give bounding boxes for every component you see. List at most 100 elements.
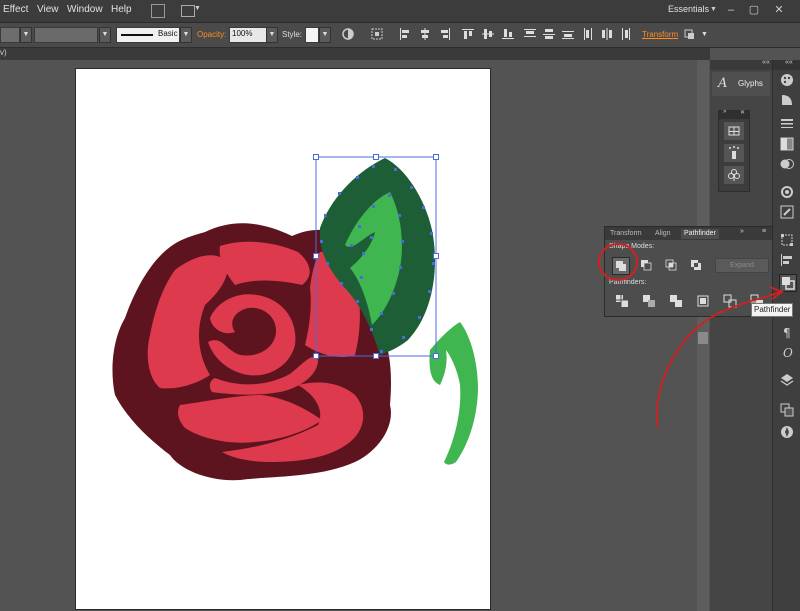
panel-collapse-icon[interactable]: » bbox=[740, 228, 744, 235]
divide-button[interactable] bbox=[614, 293, 630, 309]
appearance-icon[interactable] bbox=[779, 184, 795, 200]
align-right-icon[interactable] bbox=[438, 27, 452, 41]
menu-window[interactable]: Window bbox=[67, 4, 103, 15]
artboard[interactable] bbox=[75, 68, 491, 610]
tab-transform[interactable]: Transform bbox=[610, 229, 642, 239]
bridge-icon[interactable] bbox=[151, 4, 165, 18]
expand-dock-icon[interactable]: «« bbox=[785, 59, 793, 66]
document-tab-strip: v) bbox=[0, 48, 710, 60]
stroke-style-label: Basic bbox=[158, 29, 178, 38]
align-middle-icon[interactable] bbox=[481, 27, 495, 41]
close-icon[interactable]: ✕ bbox=[770, 2, 788, 18]
control-bar: ▼ ▼ Basic ▼ Opacity: 100% ▼ Style: ▼ Tra… bbox=[0, 23, 800, 48]
exclude-button[interactable] bbox=[688, 257, 704, 273]
pathfinders-label: Pathfinders: bbox=[609, 279, 647, 286]
tab-align[interactable]: Align bbox=[655, 229, 671, 239]
pathfinder-panel: Transform Align Pathfinder » ≡ Shape Mod… bbox=[604, 226, 773, 317]
distribute-middle-icon[interactable] bbox=[542, 27, 556, 41]
close-panel-icon[interactable]: ✕ bbox=[740, 109, 745, 116]
glyphs-icon: A bbox=[718, 76, 728, 91]
paragraph-icon[interactable]: ¶ bbox=[779, 324, 795, 340]
opentype-icon[interactable]: O bbox=[779, 344, 795, 360]
minimize-icon[interactable]: – bbox=[722, 2, 740, 18]
floating-panel-header: » ✕ bbox=[719, 109, 749, 119]
svg-text:¶: ¶ bbox=[783, 326, 791, 340]
control-bar-menu-icon[interactable]: ▼ bbox=[701, 31, 708, 38]
fill-swatch[interactable] bbox=[0, 27, 20, 43]
layers-icon[interactable] bbox=[779, 372, 795, 388]
menu-bar: Effect View Window Help ▼ Essentials ▼ –… bbox=[0, 0, 800, 23]
arrange-documents-icon[interactable] bbox=[181, 5, 195, 17]
stroke-weight-field[interactable] bbox=[34, 27, 98, 43]
workspace-chevron-icon[interactable]: ▼ bbox=[710, 6, 717, 13]
shape-modes-label: Shape Modes: bbox=[609, 243, 655, 250]
glyphs-label: Glyphs bbox=[738, 79, 763, 88]
transform-link[interactable]: Transform bbox=[642, 30, 678, 39]
collapse-dock-icon[interactable]: «« bbox=[762, 59, 770, 66]
stroke-icon[interactable] bbox=[779, 116, 795, 132]
stroke-weight-dropdown[interactable]: ▼ bbox=[99, 27, 111, 43]
opacity-field[interactable]: 100% bbox=[229, 27, 267, 43]
distribute-center-icon[interactable] bbox=[600, 27, 614, 41]
stroke-style-dropdown[interactable]: ▼ bbox=[180, 27, 192, 43]
scrollbar-thumb[interactable] bbox=[698, 332, 708, 344]
svg-text:O: O bbox=[783, 346, 793, 360]
isolate-group-icon[interactable] bbox=[683, 27, 697, 41]
minus-front-button[interactable] bbox=[638, 257, 654, 273]
distribute-bottom-icon[interactable] bbox=[561, 27, 575, 41]
unite-button[interactable] bbox=[612, 257, 630, 275]
menu-help[interactable]: Help bbox=[111, 4, 132, 15]
align-bottom-icon[interactable] bbox=[501, 27, 515, 41]
align-to-selection-icon[interactable] bbox=[370, 27, 384, 41]
color-palette-icon[interactable] bbox=[779, 72, 795, 88]
symbol-sprayer-icon[interactable] bbox=[724, 144, 744, 162]
menu-effect[interactable]: Effect bbox=[3, 4, 28, 15]
stroke-line-preview bbox=[121, 34, 153, 36]
outline-button[interactable] bbox=[722, 293, 738, 309]
graphic-style-dropdown[interactable]: ▼ bbox=[319, 27, 331, 43]
stroke-style-field[interactable]: Basic bbox=[116, 27, 180, 43]
floating-tool-panel: » ✕ bbox=[718, 109, 750, 192]
club-symbol-icon[interactable] bbox=[724, 166, 744, 184]
menu-view[interactable]: View bbox=[37, 4, 59, 15]
tab-pathfinder[interactable]: Pathfinder bbox=[681, 229, 719, 239]
dock-header: «« bbox=[710, 59, 772, 70]
opacity-value: 100% bbox=[232, 29, 253, 38]
crop-button[interactable] bbox=[695, 293, 711, 309]
workspace-switcher[interactable]: Essentials bbox=[668, 4, 709, 14]
merge-button[interactable] bbox=[668, 293, 684, 309]
transform-icon[interactable] bbox=[779, 232, 795, 248]
vertical-scrollbar[interactable] bbox=[697, 60, 709, 611]
align-left-icon[interactable] bbox=[398, 27, 412, 41]
transparency-icon[interactable] bbox=[779, 156, 795, 172]
pathfinder-icon[interactable] bbox=[779, 274, 797, 292]
distribute-right-icon[interactable] bbox=[618, 27, 632, 41]
fill-dropdown[interactable]: ▼ bbox=[20, 27, 32, 43]
align-panel-icon[interactable] bbox=[779, 252, 795, 268]
trim-button[interactable] bbox=[641, 293, 657, 309]
artboards-icon[interactable] bbox=[779, 402, 795, 418]
color-guide-icon[interactable] bbox=[779, 92, 795, 108]
distribute-left-icon[interactable] bbox=[582, 27, 596, 41]
recolor-artwork-icon[interactable] bbox=[341, 27, 355, 41]
expand-button[interactable]: Expand bbox=[715, 258, 769, 273]
glyphs-panel-button[interactable]: A Glyphs bbox=[712, 72, 770, 96]
gradient-icon[interactable] bbox=[779, 136, 795, 152]
symbols-panel-icon[interactable] bbox=[724, 122, 744, 140]
navigator-icon[interactable] bbox=[779, 424, 795, 440]
chevron-down-icon[interactable]: ▼ bbox=[194, 5, 201, 12]
pathfinder-tooltip: Pathfinder bbox=[751, 303, 794, 317]
graphic-styles-icon[interactable] bbox=[779, 204, 795, 220]
distribute-top-icon[interactable] bbox=[523, 27, 537, 41]
align-center-icon[interactable] bbox=[418, 27, 432, 41]
panel-menu-icon[interactable]: ≡ bbox=[762, 228, 766, 235]
document-tab[interactable]: v) bbox=[0, 48, 7, 57]
align-top-icon[interactable] bbox=[461, 27, 475, 41]
expand-panel-icon[interactable]: » bbox=[723, 109, 726, 115]
opacity-label[interactable]: Opacity: bbox=[197, 30, 226, 39]
icon-dock-header: «« bbox=[773, 59, 800, 70]
opacity-dropdown[interactable]: ▼ bbox=[266, 27, 278, 43]
maximize-icon[interactable]: ▢ bbox=[745, 2, 763, 18]
graphic-style-swatch[interactable] bbox=[305, 27, 319, 43]
intersect-button[interactable] bbox=[663, 257, 679, 273]
